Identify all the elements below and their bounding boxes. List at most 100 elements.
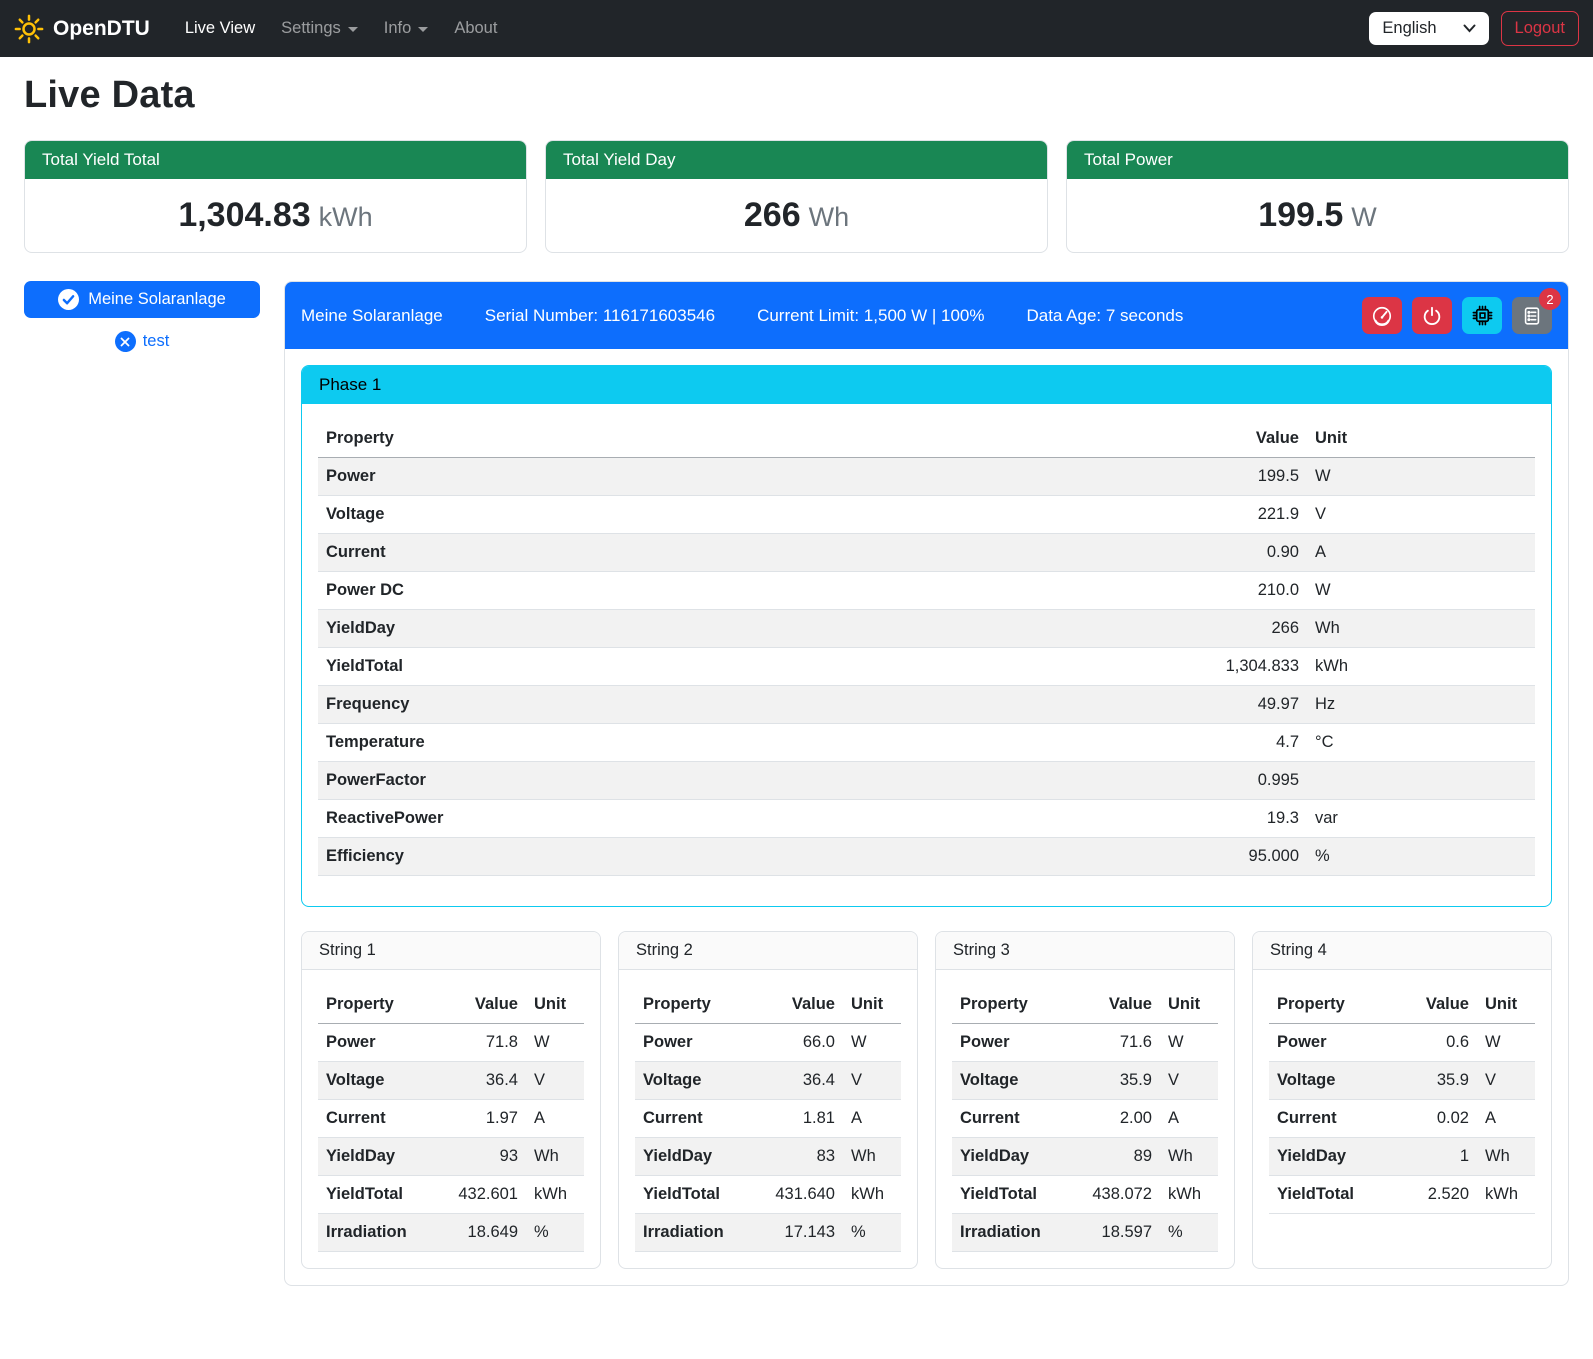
property-cell: YieldDay [952, 1138, 1065, 1176]
unit-cell: V [526, 1062, 584, 1100]
language-select[interactable]: English [1369, 12, 1488, 45]
unit-cell: Hz [1307, 686, 1535, 724]
table-row: YieldTotal438.072kWh [952, 1176, 1218, 1214]
card-unit: kWh [319, 202, 373, 232]
string-table: Property Value Unit Power0.6WVoltage35.9… [1269, 986, 1535, 1214]
string-2-card: String 2 Property Value Unit [618, 931, 918, 1269]
property-cell: YieldDay [1269, 1138, 1382, 1176]
unit-cell: Wh [843, 1138, 901, 1176]
value-cell: 1.81 [748, 1100, 843, 1138]
table-row: YieldDay93Wh [318, 1138, 584, 1176]
inverter-limit: Current Limit: 1,500 W | 100% [757, 306, 984, 326]
property-cell: YieldTotal [635, 1176, 748, 1214]
sidebar-item-meine-solaranlage[interactable]: Meine Solaranlage [24, 281, 260, 318]
value-cell: 266 [1187, 610, 1307, 648]
value-cell: 0.6 [1382, 1024, 1477, 1062]
table-row: Voltage35.9V [952, 1062, 1218, 1100]
property-cell: Voltage [318, 1062, 431, 1100]
property-cell: Irradiation [635, 1214, 748, 1252]
table-row: YieldDay83Wh [635, 1138, 901, 1176]
unit-cell: % [526, 1214, 584, 1252]
sidebar-item-test[interactable]: test [24, 331, 260, 352]
value-cell: 49.97 [1187, 686, 1307, 724]
value-cell: 4.7 [1187, 724, 1307, 762]
table-row: Power DC210.0W [318, 572, 1535, 610]
value-cell: 2.00 [1065, 1100, 1160, 1138]
property-cell: YieldTotal [1269, 1176, 1382, 1214]
nav-item-settings[interactable]: Settings [268, 11, 371, 46]
total-yield-total-card: Total Yield Total 1,304.83 kWh [24, 140, 527, 253]
table-row: Voltage36.4V [318, 1062, 584, 1100]
string-title: String 2 [619, 932, 917, 970]
value-cell: 1 [1382, 1138, 1477, 1176]
column-header: Unit [1477, 986, 1535, 1024]
unit-cell: A [526, 1100, 584, 1138]
inverter-header: Meine Solaranlage Serial Number: 1161716… [285, 282, 1568, 349]
property-cell: Power [952, 1024, 1065, 1062]
string-4-card: String 4 Property Value Unit [1252, 931, 1552, 1269]
table-row: Irradiation18.597% [952, 1214, 1218, 1252]
string-table: Property Value Unit Power66.0WVoltage36.… [635, 986, 901, 1252]
value-cell: 35.9 [1065, 1062, 1160, 1100]
inverter-card: Meine Solaranlage Serial Number: 1161716… [284, 281, 1569, 1286]
property-cell: Power [318, 458, 1187, 496]
unit-cell [1307, 762, 1535, 800]
value-cell: 66.0 [748, 1024, 843, 1062]
table-row: Irradiation17.143% [635, 1214, 901, 1252]
card-title: Total Power [1067, 141, 1568, 179]
unit-cell: V [1160, 1062, 1218, 1100]
unit-cell: W [526, 1024, 584, 1062]
value-cell: 431.640 [748, 1176, 843, 1214]
property-cell: YieldDay [318, 1138, 431, 1176]
property-cell: Power [635, 1024, 748, 1062]
device-info-button[interactable] [1462, 297, 1502, 334]
property-cell: Power [318, 1024, 431, 1062]
property-cell: Irradiation [952, 1214, 1065, 1252]
column-header: Value [1382, 986, 1477, 1024]
card-value: 1,304.83 [178, 196, 310, 234]
unit-cell: var [1307, 800, 1535, 838]
value-cell: 210.0 [1187, 572, 1307, 610]
table-row: YieldTotal2.520kWh [1269, 1176, 1535, 1214]
nav-item-about[interactable]: About [441, 11, 510, 46]
event-log-button[interactable]: 2 [1512, 297, 1552, 334]
value-cell: 2.520 [1382, 1176, 1477, 1214]
unit-cell: W [843, 1024, 901, 1062]
column-header: Property [318, 986, 431, 1024]
limit-settings-button[interactable] [1362, 297, 1402, 334]
unit-cell: % [1160, 1214, 1218, 1252]
unit-cell: A [1307, 534, 1535, 572]
value-cell: 0.02 [1382, 1100, 1477, 1138]
table-row: PowerFactor0.995 [318, 762, 1535, 800]
power-toggle-button[interactable] [1412, 297, 1452, 334]
property-cell: Irradiation [318, 1214, 431, 1252]
total-yield-day-card: Total Yield Day 266Wh [545, 140, 1048, 253]
table-row: Voltage36.4V [635, 1062, 901, 1100]
table-row: Temperature4.7°C [318, 724, 1535, 762]
table-header-row: Property Value Unit [635, 986, 901, 1024]
value-cell: 89 [1065, 1138, 1160, 1176]
nav-item-info[interactable]: Info [371, 11, 442, 46]
table-row: YieldDay89Wh [952, 1138, 1218, 1176]
table-row: ReactivePower19.3var [318, 800, 1535, 838]
table-row: Power199.5W [318, 458, 1535, 496]
inverter-data-age: Data Age: 7 seconds [1026, 306, 1183, 326]
column-header: Value [431, 986, 526, 1024]
property-cell: Voltage [318, 496, 1187, 534]
card-title: Total Yield Total [25, 141, 526, 179]
summary-cards: Total Yield Total 1,304.83 kWh Total Yiel… [24, 140, 1569, 253]
table-row: Current2.00A [952, 1100, 1218, 1138]
property-cell: YieldDay [635, 1138, 748, 1176]
brand[interactable]: OpenDTU [14, 14, 150, 44]
logout-button[interactable]: Logout [1501, 11, 1579, 46]
string-title: String 4 [1253, 932, 1551, 970]
nav-item-live-view[interactable]: Live View [172, 11, 268, 46]
page-title: Live Data [24, 74, 1569, 117]
column-header: Unit [526, 986, 584, 1024]
card-title: Total Yield Day [546, 141, 1047, 179]
sidebar-item-label: test [143, 332, 170, 351]
property-cell: PowerFactor [318, 762, 1187, 800]
value-cell: 0.995 [1187, 762, 1307, 800]
unit-cell: Wh [1160, 1138, 1218, 1176]
chevron-down-icon [348, 27, 358, 32]
